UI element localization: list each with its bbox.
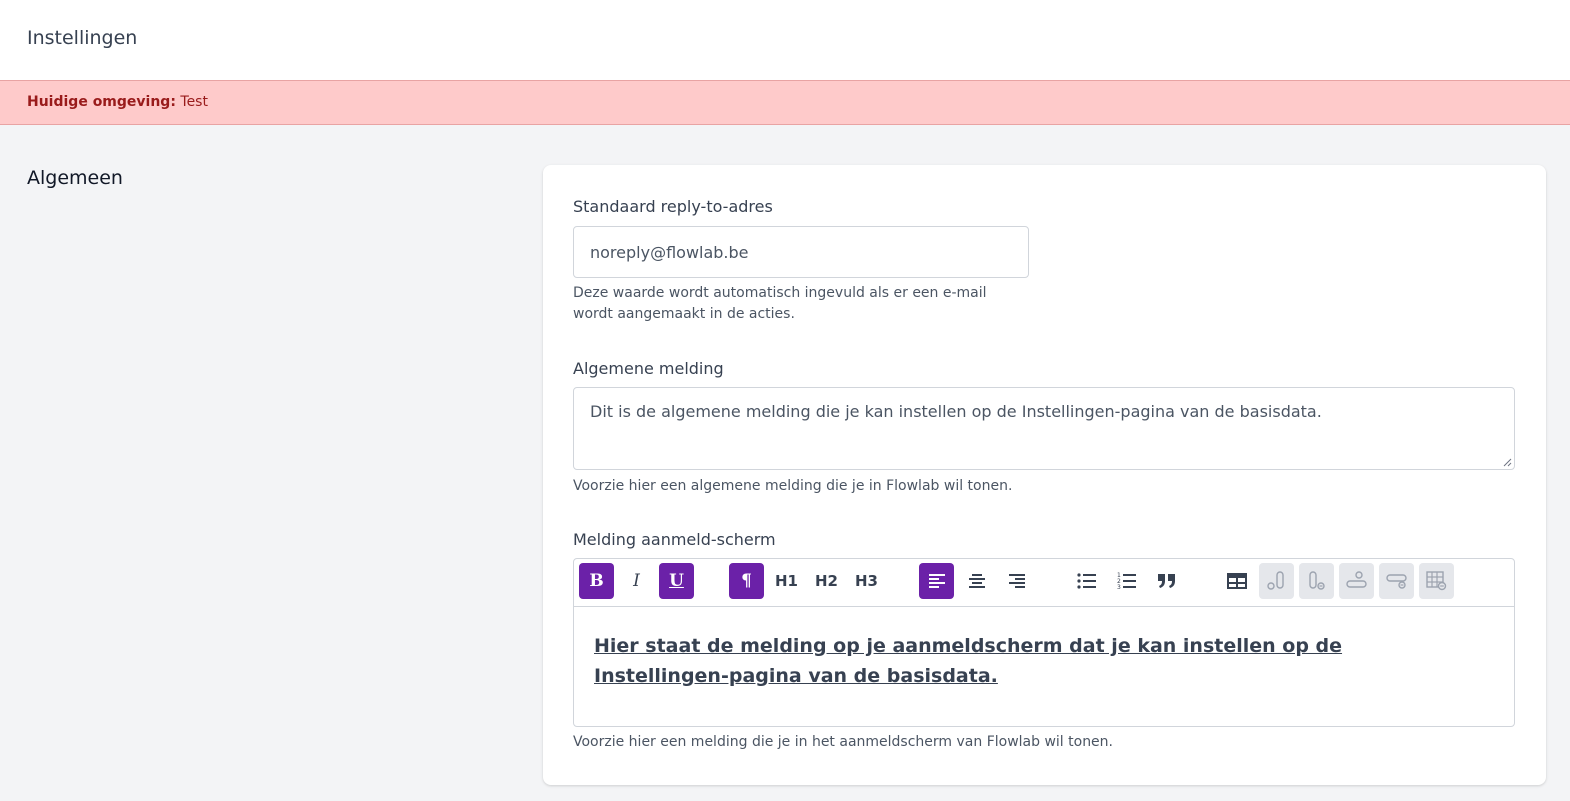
general-notice-textarea[interactable]: Dit is de algemene melding die je kan in…	[573, 387, 1515, 470]
add-column-button[interactable]	[1259, 563, 1294, 599]
align-left-icon	[928, 574, 945, 588]
align-center-icon	[968, 574, 985, 588]
environment-value: Test	[180, 94, 208, 110]
ordered-list-button[interactable]: 1 2 3	[1109, 563, 1144, 599]
align-center-button[interactable]	[959, 563, 994, 599]
general-notice-label: Algemene melding	[573, 359, 724, 378]
delete-column-icon	[1308, 571, 1325, 590]
editor-toolbar: B I U ¶ H1 H2 H3 1 2 3	[574, 559, 1514, 607]
ordered-list-icon: 1 2 3	[1117, 572, 1136, 590]
login-notice-content[interactable]: Hier staat de melding op je aanmeldscher…	[594, 631, 1474, 691]
align-right-button[interactable]	[999, 563, 1034, 599]
resize-handle-icon[interactable]	[1502, 457, 1512, 467]
delete-column-button[interactable]	[1299, 563, 1334, 599]
paragraph-icon: ¶	[741, 571, 752, 591]
reply-to-help: Deze waarde wordt automatisch ingevuld a…	[573, 283, 987, 325]
svg-text:3: 3	[1117, 584, 1121, 590]
paragraph-button[interactable]: ¶	[729, 563, 764, 599]
heading-1-icon: H1	[775, 572, 798, 590]
insert-table-button[interactable]	[1219, 563, 1254, 599]
delete-row-icon	[1385, 574, 1407, 589]
environment-label: Huidige omgeving:	[27, 94, 176, 110]
align-right-icon	[1008, 574, 1025, 588]
reply-to-input[interactable]	[573, 226, 1029, 278]
bullet-list-icon	[1076, 573, 1096, 589]
add-row-icon	[1345, 571, 1367, 588]
page-title: Instellingen	[27, 27, 138, 49]
environment-text: Huidige omgeving: Test	[27, 94, 208, 110]
bold-button[interactable]: B	[579, 563, 614, 599]
blockquote-icon	[1157, 574, 1175, 588]
align-left-button[interactable]	[919, 563, 954, 599]
add-row-button[interactable]	[1339, 563, 1374, 599]
blockquote-button[interactable]	[1149, 563, 1184, 599]
delete-table-button[interactable]	[1419, 563, 1454, 599]
add-column-icon	[1266, 571, 1284, 590]
bullet-list-button[interactable]	[1069, 563, 1104, 599]
top-bar: Instellingen	[0, 0, 1570, 80]
underline-button[interactable]: U	[659, 563, 694, 599]
reply-to-help-line-2: wordt aangemaakt in de acties.	[573, 306, 795, 322]
reply-to-label: Standaard reply-to-adres	[573, 197, 773, 216]
heading-3-icon: H3	[855, 572, 878, 590]
login-notice-editor: B I U ¶ H1 H2 H3 1 2 3 Hier staat de mel…	[573, 558, 1515, 727]
settings-card: Standaard reply-to-adres Deze waarde wor…	[543, 165, 1546, 785]
section-title: Algemeen	[27, 167, 123, 189]
reply-to-help-line-1: Deze waarde wordt automatisch ingevuld a…	[573, 285, 987, 301]
delete-row-button[interactable]	[1379, 563, 1414, 599]
bold-icon: B	[589, 571, 604, 591]
italic-button[interactable]: I	[619, 563, 654, 599]
login-notice-label: Melding aanmeld-scherm	[573, 530, 776, 549]
general-notice-value: Dit is de algemene melding die je kan in…	[590, 402, 1322, 421]
underline-icon: U	[669, 571, 684, 591]
delete-table-icon	[1425, 571, 1446, 591]
environment-banner: Huidige omgeving: Test	[0, 80, 1570, 125]
heading-3-button[interactable]: H3	[849, 563, 884, 599]
heading-1-button[interactable]: H1	[769, 563, 804, 599]
login-notice-help: Voorzie hier een melding die je in het a…	[573, 734, 1113, 750]
italic-icon: I	[633, 571, 640, 591]
general-notice-help: Voorzie hier een algemene melding die je…	[573, 478, 1013, 494]
heading-2-button[interactable]: H2	[809, 563, 844, 599]
heading-2-icon: H2	[815, 572, 838, 590]
insert-table-icon	[1226, 573, 1247, 589]
